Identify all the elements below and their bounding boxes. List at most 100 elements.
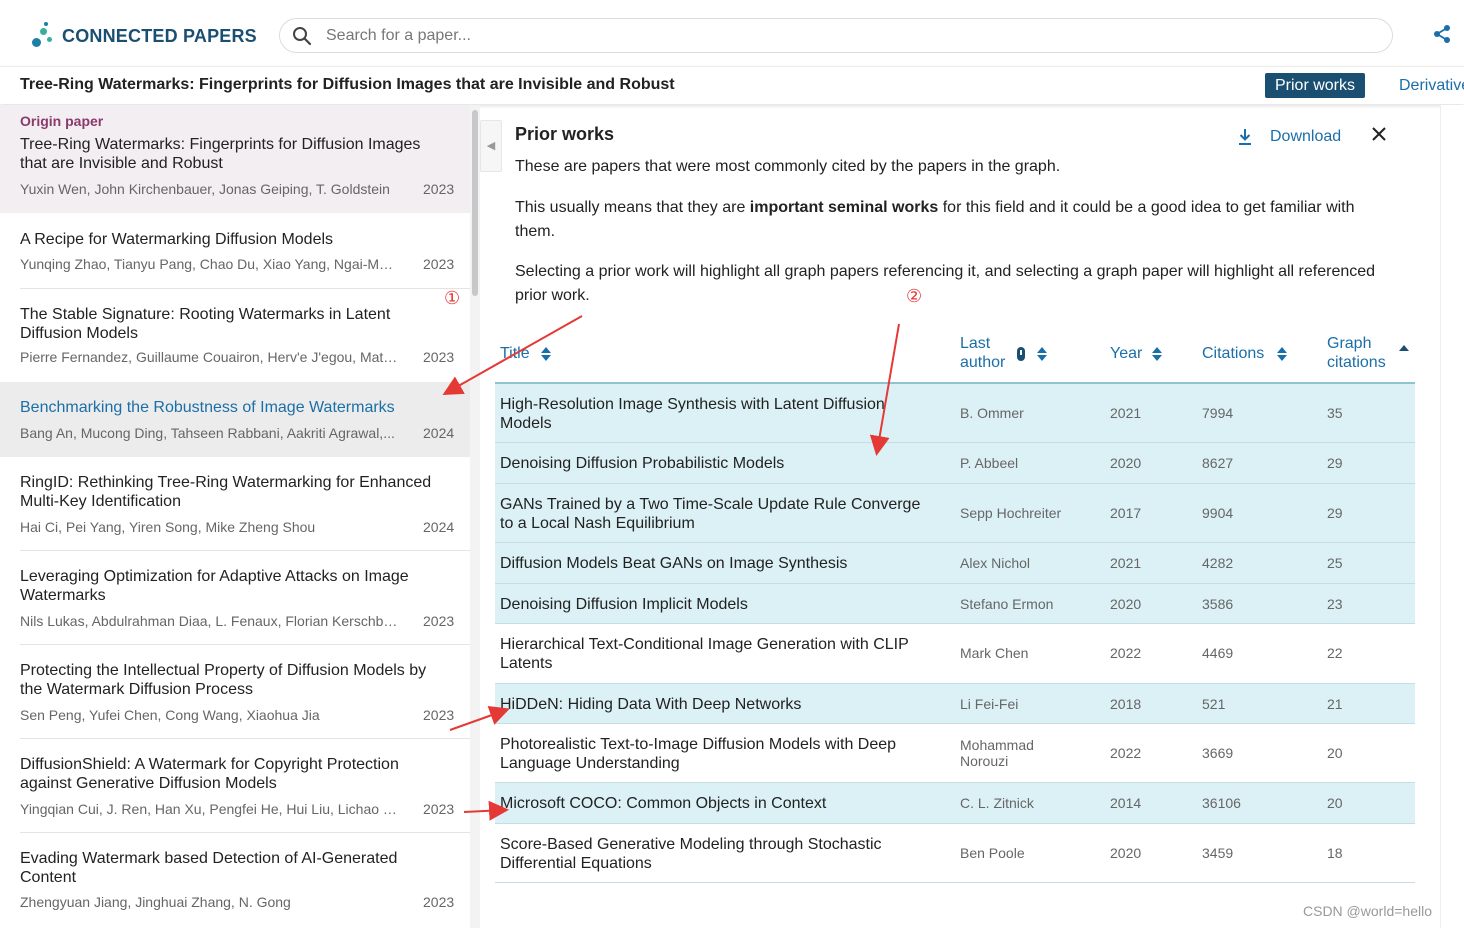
download-button[interactable]: Download — [1237, 128, 1341, 146]
top-header: CONNECTED PAPERS — [0, 0, 1464, 66]
origin-paper-item[interactable]: Origin paper Tree-Ring Watermarks: Finge… — [0, 105, 470, 213]
close-icon[interactable] — [1371, 126, 1387, 142]
paper-title: A Recipe for Watermarking Diffusion Mode… — [20, 231, 334, 248]
derivative-works-button[interactable]: Derivative — [1399, 73, 1464, 98]
row-graph-citations: 29 — [1327, 505, 1343, 521]
paper-title: Leveraging Optimization for Adaptive Att… — [20, 568, 409, 604]
prior-works-table-header: Title Last author Year Citations Graph c… — [495, 330, 1415, 382]
row-title: HiDDeN: Hiding Data With Deep Networks — [500, 696, 802, 713]
paper-authors: Nils Lukas, Abdulrahman Diaa, L. Fenaux,… — [20, 613, 400, 629]
list-scrollbar-thumb[interactable] — [472, 110, 478, 296]
sort-icon[interactable] — [1276, 346, 1288, 362]
row-graph-citations: 20 — [1327, 745, 1343, 761]
paper-authors: Bang An, Mucong Ding, Tahseen Rabbani, A… — [20, 425, 395, 441]
paper-year: 2023 — [423, 801, 455, 817]
desc-bold-text: important seminal works — [749, 199, 939, 216]
right-side-panel-edge — [1440, 105, 1464, 928]
row-last-author: C. L. Zitnick — [960, 795, 1034, 811]
row-title: High-Resolution Image Synthesis with Lat… — [500, 396, 885, 432]
table-row[interactable]: High-Resolution Image Synthesis with Lat… — [495, 384, 1415, 443]
prior-works-button[interactable]: Prior works — [1265, 73, 1366, 98]
paper-year: 2023 — [423, 707, 455, 723]
collapse-panel-button[interactable]: ◀ — [480, 120, 502, 172]
row-title: Denoising Diffusion Probabilistic Models — [500, 455, 785, 472]
paper-title: DiffusionShield: A Watermark for Copyrig… — [20, 756, 399, 792]
list-item[interactable]: Protecting the Intellectual Property of … — [0, 645, 470, 739]
sort-icon[interactable] — [1036, 346, 1048, 362]
paper-authors: Sen Peng, Yufei Chen, Cong Wang, Xiaohua… — [20, 707, 320, 723]
sort-icon[interactable] — [540, 346, 552, 362]
list-item[interactable]: The Stable Signature: Rooting Watermarks… — [0, 289, 470, 382]
row-title: GANs Trained by a Two Time-Scale Update … — [500, 496, 921, 532]
paper-year: 2023 — [423, 349, 455, 365]
row-year: 2020 — [1110, 596, 1142, 612]
paper-title: Tree-Ring Watermarks: Fingerprints for D… — [20, 136, 421, 172]
row-year: 2022 — [1110, 745, 1142, 761]
logo[interactable]: CONNECTED PAPERS — [30, 22, 257, 50]
row-last-author: Ben Poole — [960, 845, 1025, 861]
row-year: 2014 — [1110, 795, 1142, 811]
row-citations: 521 — [1202, 696, 1226, 712]
paper-authors: Yunqing Zhao, Tianyu Pang, Chao Du, Xiao… — [20, 256, 400, 272]
list-item-selected[interactable]: Benchmarking the Robustness of Image Wat… — [0, 382, 470, 457]
share-icon[interactable] — [1432, 24, 1452, 44]
row-title: Hierarchical Text-Conditional Image Gene… — [500, 636, 909, 672]
table-row[interactable]: Denoising Diffusion Implicit Models Stef… — [495, 584, 1415, 624]
list-item[interactable]: Evading Watermark based Detection of AI-… — [0, 833, 470, 927]
table-row[interactable]: Denoising Diffusion Probabilistic Models… — [495, 443, 1415, 484]
panel-title: Prior works — [515, 124, 615, 144]
table-row[interactable]: Hierarchical Text-Conditional Image Gene… — [495, 624, 1415, 684]
paper-year: 2023 — [423, 613, 455, 629]
logo-icon — [30, 22, 54, 50]
row-year: 2020 — [1110, 455, 1142, 471]
row-citations: 8627 — [1202, 455, 1234, 471]
column-title[interactable]: Title — [500, 344, 530, 363]
column-graph-citations[interactable]: Graph citations — [1327, 334, 1397, 372]
annotation-number-1: ① — [444, 288, 461, 308]
row-last-author: Stefano Ermon — [960, 596, 1054, 612]
row-last-author: Mark Chen — [960, 645, 1029, 661]
watermark-text: CSDN @world=hello — [1303, 903, 1432, 919]
info-icon[interactable] — [1016, 346, 1026, 362]
row-title: Diffusion Models Beat GANs on Image Synt… — [500, 555, 848, 572]
row-year: 2022 — [1110, 645, 1142, 661]
search-bar[interactable] — [279, 18, 1393, 53]
list-item[interactable]: Leveraging Optimization for Adaptive Att… — [0, 551, 470, 645]
paper-year: 2023 — [423, 894, 455, 910]
list-item[interactable]: A Recipe for Watermarking Diffusion Mode… — [0, 214, 470, 289]
column-last-author[interactable]: Last author — [960, 334, 1020, 372]
paper-title: Evading Watermark based Detection of AI-… — [20, 850, 398, 886]
row-citations: 3586 — [1202, 596, 1234, 612]
panel-description-3: Selecting a prior work will highlight al… — [515, 263, 1376, 304]
paper-year: 2024 — [423, 519, 455, 535]
table-row[interactable]: Photorealistic Text-to-Image Diffusion M… — [495, 724, 1415, 783]
row-title: Denoising Diffusion Implicit Models — [500, 596, 748, 613]
desc-text: This usually means that they are — [515, 199, 750, 216]
row-graph-citations: 21 — [1327, 696, 1343, 712]
column-year[interactable]: Year — [1110, 344, 1142, 363]
sort-icon[interactable] — [1151, 346, 1163, 362]
paper-authors: Yingqian Cui, J. Ren, Han Xu, Pengfei He… — [20, 801, 400, 817]
list-item[interactable]: RingID: Rethinking Tree-Ring Watermarkin… — [0, 457, 470, 551]
table-row[interactable]: Diffusion Models Beat GANs on Image Synt… — [495, 543, 1415, 584]
row-graph-citations: 20 — [1327, 795, 1343, 811]
row-last-author: B. Ommer — [960, 405, 1024, 421]
row-year: 2018 — [1110, 696, 1142, 712]
row-title: Microsoft COCO: Common Objects in Contex… — [500, 795, 827, 812]
table-row[interactable]: HiDDeN: Hiding Data With Deep Networks L… — [495, 684, 1415, 724]
table-row[interactable]: GANs Trained by a Two Time-Scale Update … — [495, 484, 1415, 543]
chevron-left-icon: ◀ — [486, 140, 496, 152]
table-row[interactable]: Microsoft COCO: Common Objects in Contex… — [495, 783, 1415, 824]
row-citations: 4282 — [1202, 555, 1234, 571]
search-icon — [293, 27, 312, 46]
search-input[interactable] — [326, 23, 1376, 49]
graph-title-bar: Tree-Ring Watermarks: Fingerprints for D… — [0, 66, 1464, 104]
row-last-author: Mohammad Norouzi — [960, 737, 1034, 769]
table-row[interactable]: Score-Based Generative Modeling through … — [495, 824, 1415, 883]
list-item[interactable]: DiffusionShield: A Watermark for Copyrig… — [0, 739, 470, 833]
paper-authors: Yuxin Wen, John Kirchenbauer, Jonas Geip… — [20, 181, 390, 197]
paper-authors: Pierre Fernandez, Guillaume Couairon, He… — [20, 349, 400, 365]
column-citations[interactable]: Citations — [1202, 344, 1264, 363]
sort-ascending-icon[interactable] — [1398, 342, 1410, 358]
row-citations: 3459 — [1202, 845, 1234, 861]
